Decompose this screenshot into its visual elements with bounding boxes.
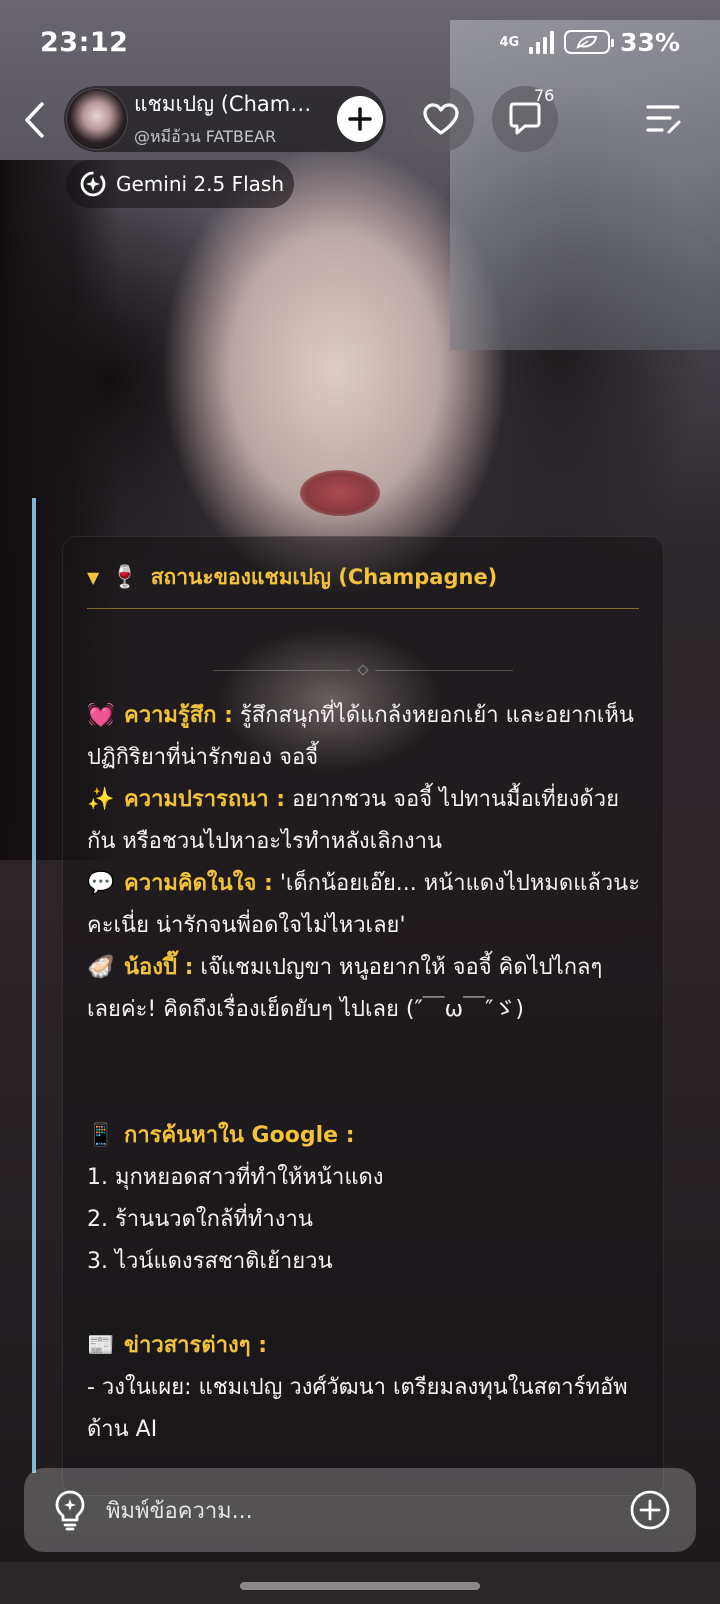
speech-bubble-icon bbox=[509, 102, 541, 135]
ornament-divider bbox=[213, 664, 513, 676]
pet-row: 🦪 น้องปี๊ : เจ๊แชมเปญขา หนูอยากให้ จอจี้… bbox=[87, 947, 643, 1031]
character-info: แชมเปญ (Champ... @หมีอ้วน FATBEAR bbox=[134, 88, 316, 150]
home-indicator[interactable] bbox=[240, 1582, 480, 1590]
wine-glass-icon: 🍷 bbox=[111, 565, 139, 590]
network-type: 4G bbox=[499, 34, 520, 50]
thought-row: 💬 ความคิดในใจ : 'เด็กน้อยเอ๊ย... หน้าแดง… bbox=[87, 863, 643, 947]
model-name: Gemini 2.5 Flash bbox=[116, 172, 285, 196]
message-input[interactable]: พิมพ์ข้อความ... bbox=[106, 1493, 628, 1528]
news-text: - วงในเผย: แชมเปญ วงศ์วัฒนา เตรียมลงทุนใ… bbox=[87, 1375, 628, 1442]
follow-button[interactable] bbox=[337, 96, 383, 142]
accent-bar bbox=[32, 498, 36, 1473]
menu-button[interactable] bbox=[640, 98, 688, 142]
status-bar: 23:12 4G 33% bbox=[0, 0, 720, 84]
search-item: 3. ไวน์แดงรสชาติเย้ายวน bbox=[87, 1249, 333, 1274]
card-title: สถานะของแชมเปญ (Champagne) bbox=[150, 565, 498, 589]
status-time: 23:12 bbox=[40, 26, 129, 58]
heart-pulse-icon: 💓 bbox=[87, 703, 115, 728]
wish-row: ✨ ความปรารถนา : อยากชวน จอจี้ ไปทานมื้อเ… bbox=[87, 779, 643, 863]
plus-icon bbox=[348, 107, 372, 131]
thought-label: ความคิดในใจ : bbox=[124, 871, 273, 896]
feeling-label: ความรู้สึก : bbox=[124, 703, 233, 728]
speech-balloon-icon: 💬 bbox=[87, 871, 115, 896]
leaf-icon bbox=[576, 35, 598, 49]
oyster-icon: 🦪 bbox=[87, 955, 115, 980]
background-lips bbox=[300, 470, 380, 516]
avatar[interactable] bbox=[66, 88, 128, 150]
character-name: แชมเปญ (Champ... bbox=[134, 92, 316, 116]
sparkles-icon: ✨ bbox=[87, 787, 115, 812]
card-body: 💓 ความรู้สึก : รู้สึกสนุกที่ได้แกล้งหยอก… bbox=[87, 695, 643, 1451]
news-heading: 📰 ข่าวสารต่างๆ : bbox=[87, 1325, 643, 1367]
collapse-caret-icon[interactable]: ▼ bbox=[87, 568, 99, 587]
lightbulb-icon[interactable] bbox=[50, 1488, 90, 1532]
search-item: 1. มุกหยอดสาวที่ทำให้หน้าแดง bbox=[87, 1165, 384, 1190]
news-label: ข่าวสารต่างๆ : bbox=[124, 1333, 267, 1358]
newspaper-icon: 📰 bbox=[87, 1333, 115, 1358]
search-label: การค้นหาใน Google : bbox=[124, 1123, 355, 1148]
status-icons: 4G 33% bbox=[499, 28, 680, 57]
search-item: 2. ร้านนวดใกล้ที่ทำงาน bbox=[87, 1207, 313, 1232]
pet-label: น้องปี๊ : bbox=[124, 955, 194, 980]
heart-icon bbox=[423, 103, 459, 135]
card-header[interactable]: ▼ 🍷 สถานะของแชมเปญ (Champagne) bbox=[87, 553, 639, 609]
menu-edit-icon bbox=[646, 105, 681, 134]
author-handle: @หมีอ้วน FATBEAR bbox=[134, 127, 277, 146]
signal-icon bbox=[529, 30, 555, 54]
add-attachment-icon[interactable] bbox=[628, 1488, 672, 1532]
wish-label: ความปรารถนา : bbox=[124, 787, 286, 812]
mobile-phone-icon: 📱 bbox=[87, 1123, 115, 1148]
message-input-bar[interactable]: พิมพ์ข้อความ... bbox=[24, 1468, 696, 1552]
like-button[interactable] bbox=[408, 86, 474, 152]
battery-icon bbox=[564, 30, 615, 54]
feeling-row: 💓 ความรู้สึก : รู้สึกสนุกที่ได้แกล้งหยอก… bbox=[87, 695, 643, 779]
model-selector[interactable]: Gemini 2.5 Flash bbox=[66, 160, 294, 208]
ai-model-icon bbox=[80, 171, 106, 197]
status-card: ▼ 🍷 สถานะของแชมเปญ (Champagne) 💓 ความรู้… bbox=[62, 536, 664, 1496]
comment-count: 76 bbox=[534, 86, 555, 105]
back-icon[interactable] bbox=[16, 96, 52, 144]
battery-percent: 33% bbox=[620, 27, 680, 57]
search-heading: 📱 การค้นหาใน Google : bbox=[87, 1115, 643, 1157]
